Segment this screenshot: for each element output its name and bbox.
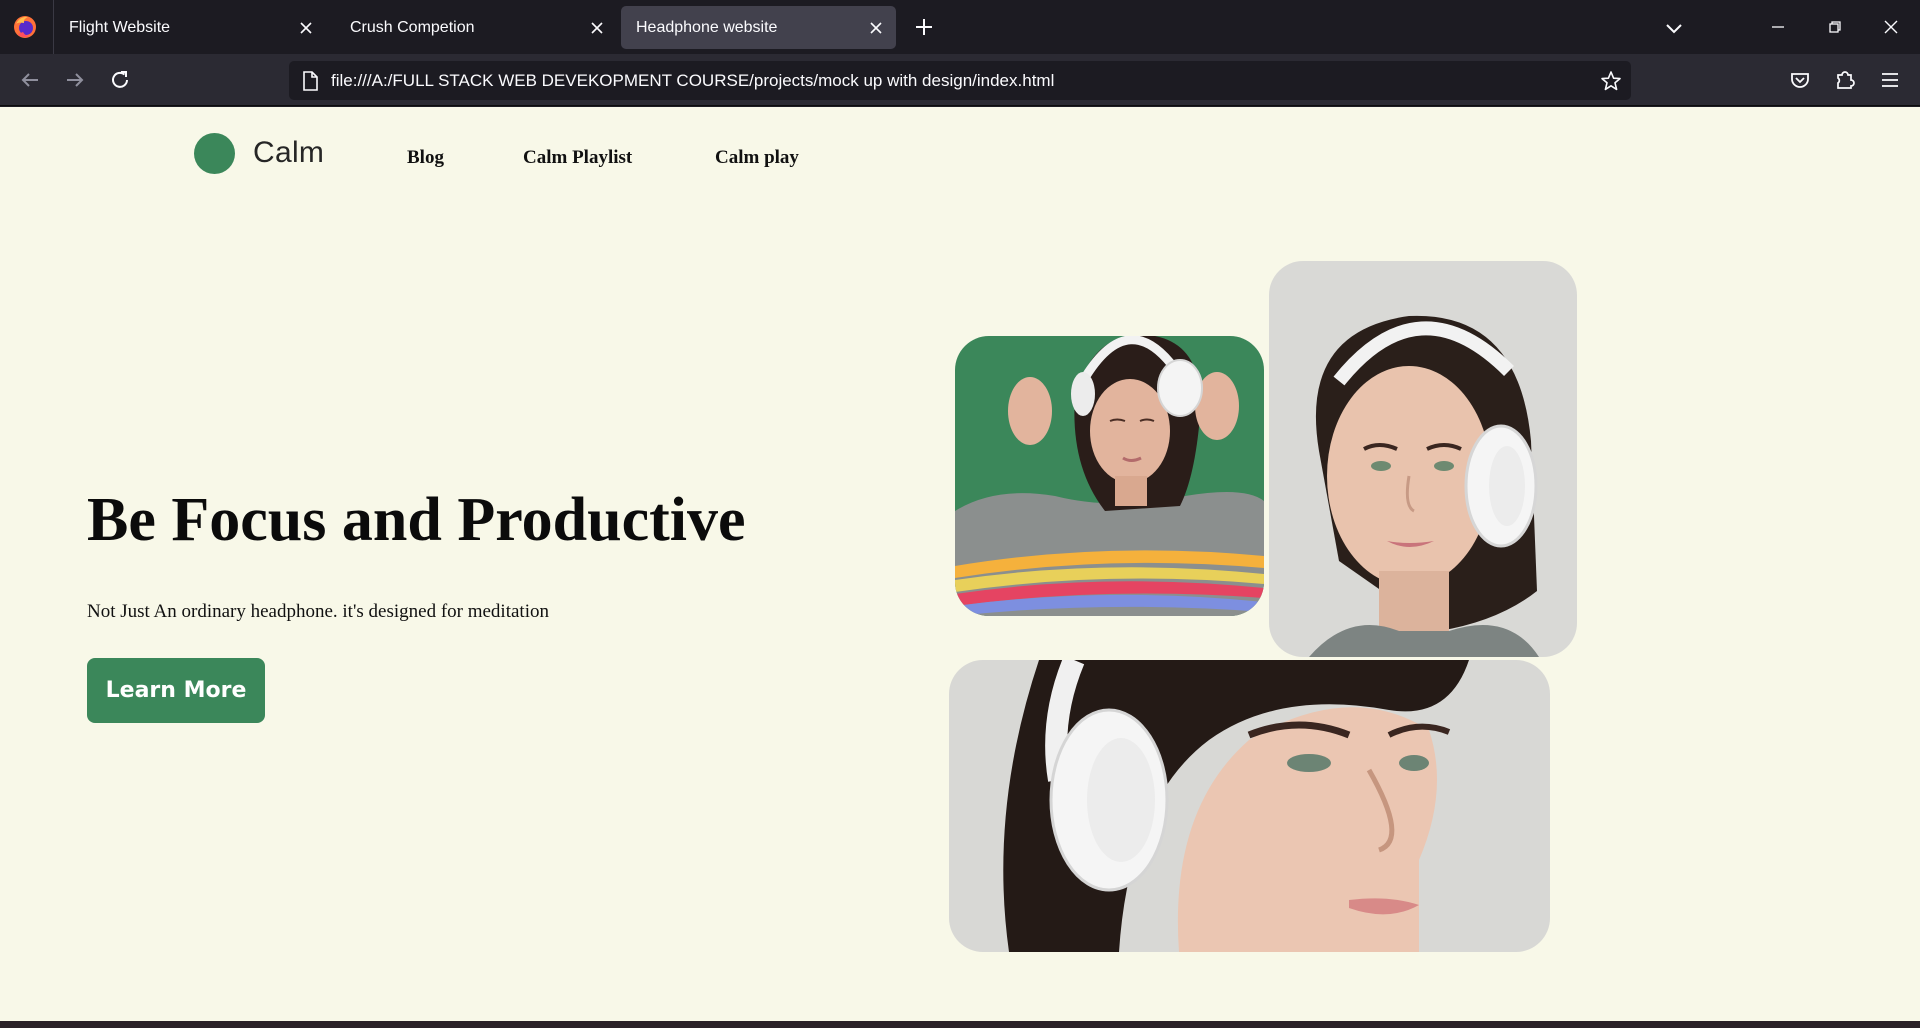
learn-more-button[interactable]: Learn More xyxy=(87,658,265,723)
minimize-icon[interactable] xyxy=(1766,15,1790,39)
restore-icon[interactable] xyxy=(1823,15,1847,39)
arrow-right-icon[interactable] xyxy=(62,67,88,93)
tab-flight-website[interactable]: Flight Website xyxy=(54,6,326,49)
puzzle-icon[interactable] xyxy=(1832,67,1858,93)
close-icon[interactable] xyxy=(298,20,314,36)
page-content: Calm Blog Calm Playlist Calm play Be Foc… xyxy=(0,107,1920,1021)
url-bar[interactable]: file:///A:/FULL STACK WEB DEVEKOPMENT CO… xyxy=(289,61,1631,100)
tab-label: Flight Website xyxy=(69,19,171,36)
brand-name[interactable]: Calm xyxy=(253,136,324,170)
nav-link-calm-playlist[interactable]: Calm Playlist xyxy=(523,147,632,169)
firefox-logo-icon[interactable] xyxy=(12,14,38,40)
browser-nav-bar: file:///A:/FULL STACK WEB DEVEKOPMENT CO… xyxy=(0,54,1920,106)
taskbar-edge xyxy=(0,1021,1920,1028)
tab-headphone-website[interactable]: Headphone website xyxy=(621,6,896,49)
brand-logo-circle[interactable] xyxy=(194,133,235,174)
hero-image-green-background xyxy=(955,336,1264,616)
close-icon[interactable] xyxy=(868,20,884,36)
tab-crush-competion[interactable]: Crush Competion xyxy=(335,6,617,49)
reload-icon[interactable] xyxy=(107,67,133,93)
star-icon[interactable] xyxy=(1599,69,1623,93)
url-text[interactable]: file:///A:/FULL STACK WEB DEVEKOPMENT CO… xyxy=(331,71,1054,91)
hero-subtitle: Not Just An ordinary headphone. it's des… xyxy=(87,601,549,622)
hero-image-portrait xyxy=(1269,261,1577,657)
hamburger-icon[interactable] xyxy=(1877,67,1903,93)
hero-title: Be Focus and Productive xyxy=(87,486,746,554)
close-icon[interactable] xyxy=(589,20,605,36)
page-icon[interactable] xyxy=(301,71,319,91)
chevron-down-icon[interactable] xyxy=(1662,16,1686,40)
tab-label: Headphone website xyxy=(636,19,778,36)
hero-image-profile-closeup xyxy=(949,660,1550,952)
pocket-icon[interactable] xyxy=(1787,67,1813,93)
new-tab-plus-icon[interactable] xyxy=(912,15,936,39)
tab-label: Crush Competion xyxy=(350,19,475,36)
arrow-left-icon[interactable] xyxy=(17,67,43,93)
nav-link-blog[interactable]: Blog xyxy=(407,147,444,169)
close-window-icon[interactable] xyxy=(1879,15,1903,39)
browser-tab-bar: Flight Website Crush Competion Headphone… xyxy=(0,0,1920,54)
nav-link-calm-play[interactable]: Calm play xyxy=(715,147,799,169)
